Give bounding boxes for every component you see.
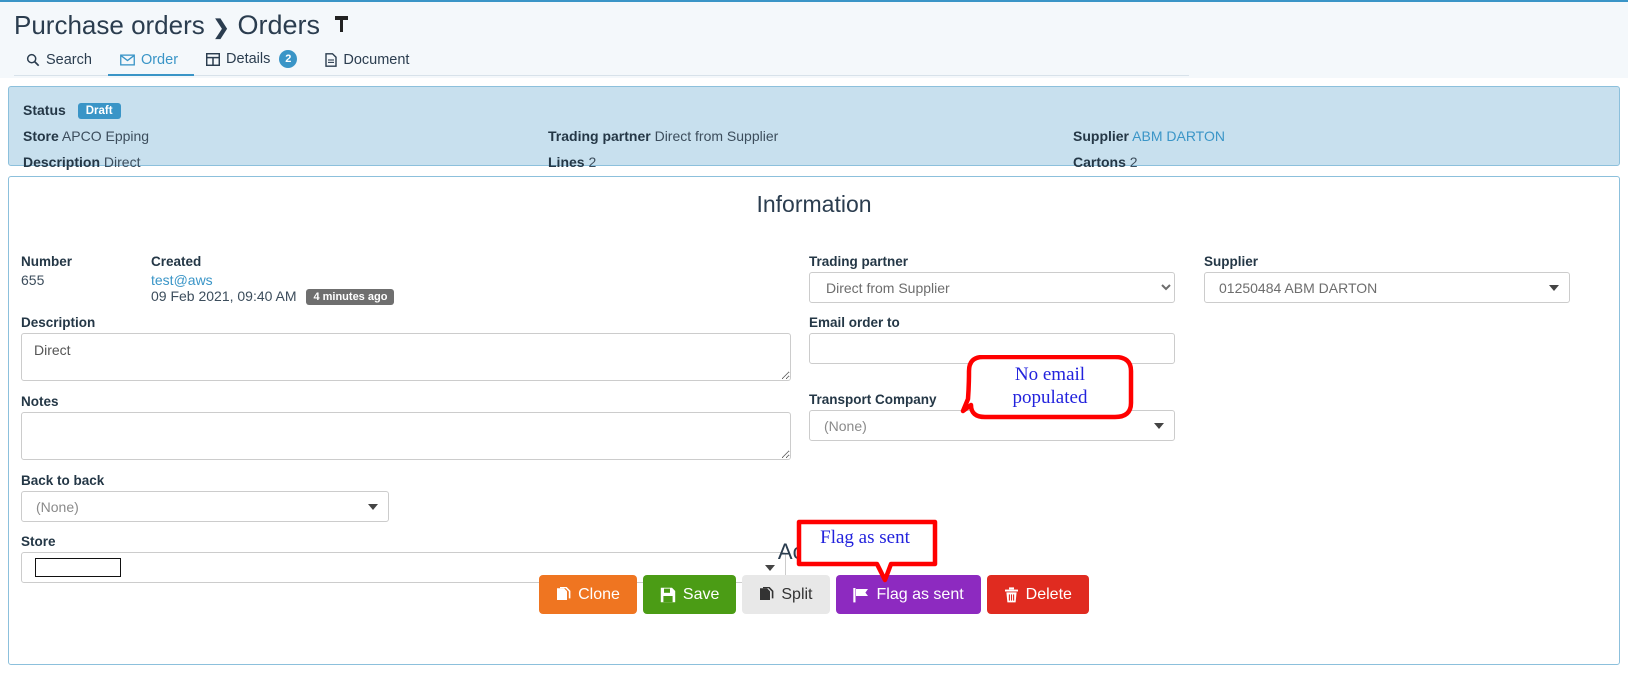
save-icon (660, 587, 676, 603)
description-label: Description (23, 154, 101, 170)
description-field-group: Description (21, 315, 791, 384)
information-panel: Information Number 655 Created test@aws … (8, 176, 1620, 665)
tab-details[interactable]: Details 2 (194, 47, 313, 76)
trading-partner-value: Direct from Supplier (654, 128, 779, 144)
created-date-row: 09 Feb 2021, 09:40 AM 4 minutes ago (151, 288, 791, 305)
page-title: Information (756, 191, 872, 217)
save-button-label: Save (682, 585, 720, 603)
breadcrumb-parent[interactable]: Purchase orders (14, 10, 205, 41)
table-icon (206, 52, 221, 66)
status-row-1: Status Draft (23, 97, 1605, 123)
created-user-row: test@aws (151, 272, 791, 288)
tab-search-label: Search (46, 52, 92, 68)
email-order-to-label: Email order to (809, 315, 900, 330)
notes-input-label: Notes (21, 394, 59, 409)
lines-label: Lines (548, 154, 585, 170)
back-to-back-select-wrap: (None) (21, 491, 389, 522)
supplier-field-group: Supplier 01250484 ABM DARTON (1204, 254, 1570, 303)
envelope-icon (120, 54, 135, 66)
notes-textarea[interactable] (21, 412, 791, 460)
supplier-field: Supplier ABM DARTON (1073, 128, 1605, 144)
pin-icon[interactable] (334, 14, 350, 34)
search-icon (26, 53, 40, 67)
back-to-back-label: Back to back (21, 473, 105, 488)
store-field: Store APCO Epping (23, 128, 548, 144)
tab-document[interactable]: Document (313, 49, 425, 76)
tab-order[interactable]: Order (107, 49, 195, 76)
store-value: APCO Epping (61, 128, 150, 144)
created-user-link[interactable]: test@aws (151, 272, 213, 288)
trading-partner-label: Trading partner (548, 128, 651, 144)
store-label: Store (23, 128, 59, 144)
annotation-callout-flag-as-sent (796, 519, 938, 583)
status-badge: Draft (77, 102, 121, 119)
save-button[interactable]: Save (642, 575, 737, 614)
tab-bar: Search Order Details 2 Document (14, 47, 1189, 76)
trading-partner-select-label: Trading partner (809, 254, 909, 269)
breadcrumb-current: Orders (237, 10, 321, 40)
top-bar: Purchase orders ❯ Orders Search Order De… (0, 0, 1628, 78)
tab-details-badge: 2 (279, 50, 298, 68)
delete-button-label: Delete (1025, 585, 1072, 603)
split-button-label: Split (781, 585, 813, 603)
breadcrumb-separator-icon: ❯ (212, 17, 230, 39)
copy-icon (556, 586, 571, 603)
description-textarea[interactable] (21, 333, 791, 381)
notes-field-group: Notes (21, 394, 791, 463)
created-label: Created (151, 254, 202, 269)
cartons-label: Cartons (1073, 154, 1126, 170)
status-label: Status (23, 101, 66, 118)
tab-details-label: Details (226, 51, 271, 67)
tab-search[interactable]: Search (14, 49, 108, 76)
trading-partner-field: Trading partner Direct from Supplier (548, 128, 1073, 144)
status-row-3: Description Direct Lines 2 Cartons 2 (23, 149, 1605, 175)
supplier-link[interactable]: ABM DARTON (1132, 128, 1225, 144)
lines-field: Lines 2 (548, 154, 1073, 170)
form-column-right: Supplier 01250484 ABM DARTON (1204, 254, 1570, 313)
file-icon (325, 53, 338, 67)
copy-icon (759, 586, 774, 603)
back-to-back-select[interactable]: (None) (21, 491, 389, 522)
back-to-back-field-group: Back to back (None) (21, 473, 389, 522)
cartons-field: Cartons 2 (1073, 154, 1605, 170)
supplier-select[interactable]: 01250484 ABM DARTON (1204, 272, 1570, 303)
number-field: Number 655 (21, 254, 151, 305)
created-field: Created test@aws 09 Feb 2021, 09:40 AM 4… (151, 254, 791, 305)
supplier-select-wrap: 01250484 ABM DARTON (1204, 272, 1570, 303)
cartons-value: 2 (1129, 154, 1138, 170)
tab-document-label: Document (343, 52, 410, 68)
trading-partner-field-group: Trading partner Direct from Supplier (809, 254, 1175, 303)
number-label: Number (21, 254, 73, 269)
clone-button[interactable]: Clone (539, 575, 637, 614)
supplier-label: Supplier (1073, 128, 1130, 144)
annotation-callout-no-email (960, 355, 1134, 420)
flag-icon (852, 587, 870, 603)
created-ago-badge: 4 minutes ago (306, 289, 395, 305)
description-field: Description Direct (23, 154, 548, 170)
description-value: Direct (103, 154, 141, 170)
description-input-label: Description (21, 315, 96, 330)
supplier-select-label: Supplier (1204, 254, 1259, 269)
delete-button[interactable]: Delete (986, 575, 1089, 614)
status-row-2: Store APCO Epping Trading partner Direct… (23, 123, 1605, 149)
meta-grid: Number 655 Created test@aws 09 Feb 2021,… (21, 254, 791, 305)
tab-order-label: Order (140, 52, 179, 68)
trash-icon (1004, 586, 1019, 603)
trading-partner-select[interactable]: Direct from Supplier (809, 272, 1175, 303)
flag-as-sent-button-label: Flag as sent (876, 585, 964, 603)
status-summary-panel: Status Draft Store APCO Epping Trading p… (8, 86, 1620, 170)
status-field: Status Draft (23, 102, 548, 119)
breadcrumb: Purchase orders ❯ Orders (0, 8, 1628, 41)
created-date: 09 Feb 2021, 09:40 AM (151, 288, 297, 304)
lines-value: 2 (588, 154, 597, 170)
clone-button-label: Clone (578, 585, 620, 603)
number-value: 655 (21, 272, 45, 288)
